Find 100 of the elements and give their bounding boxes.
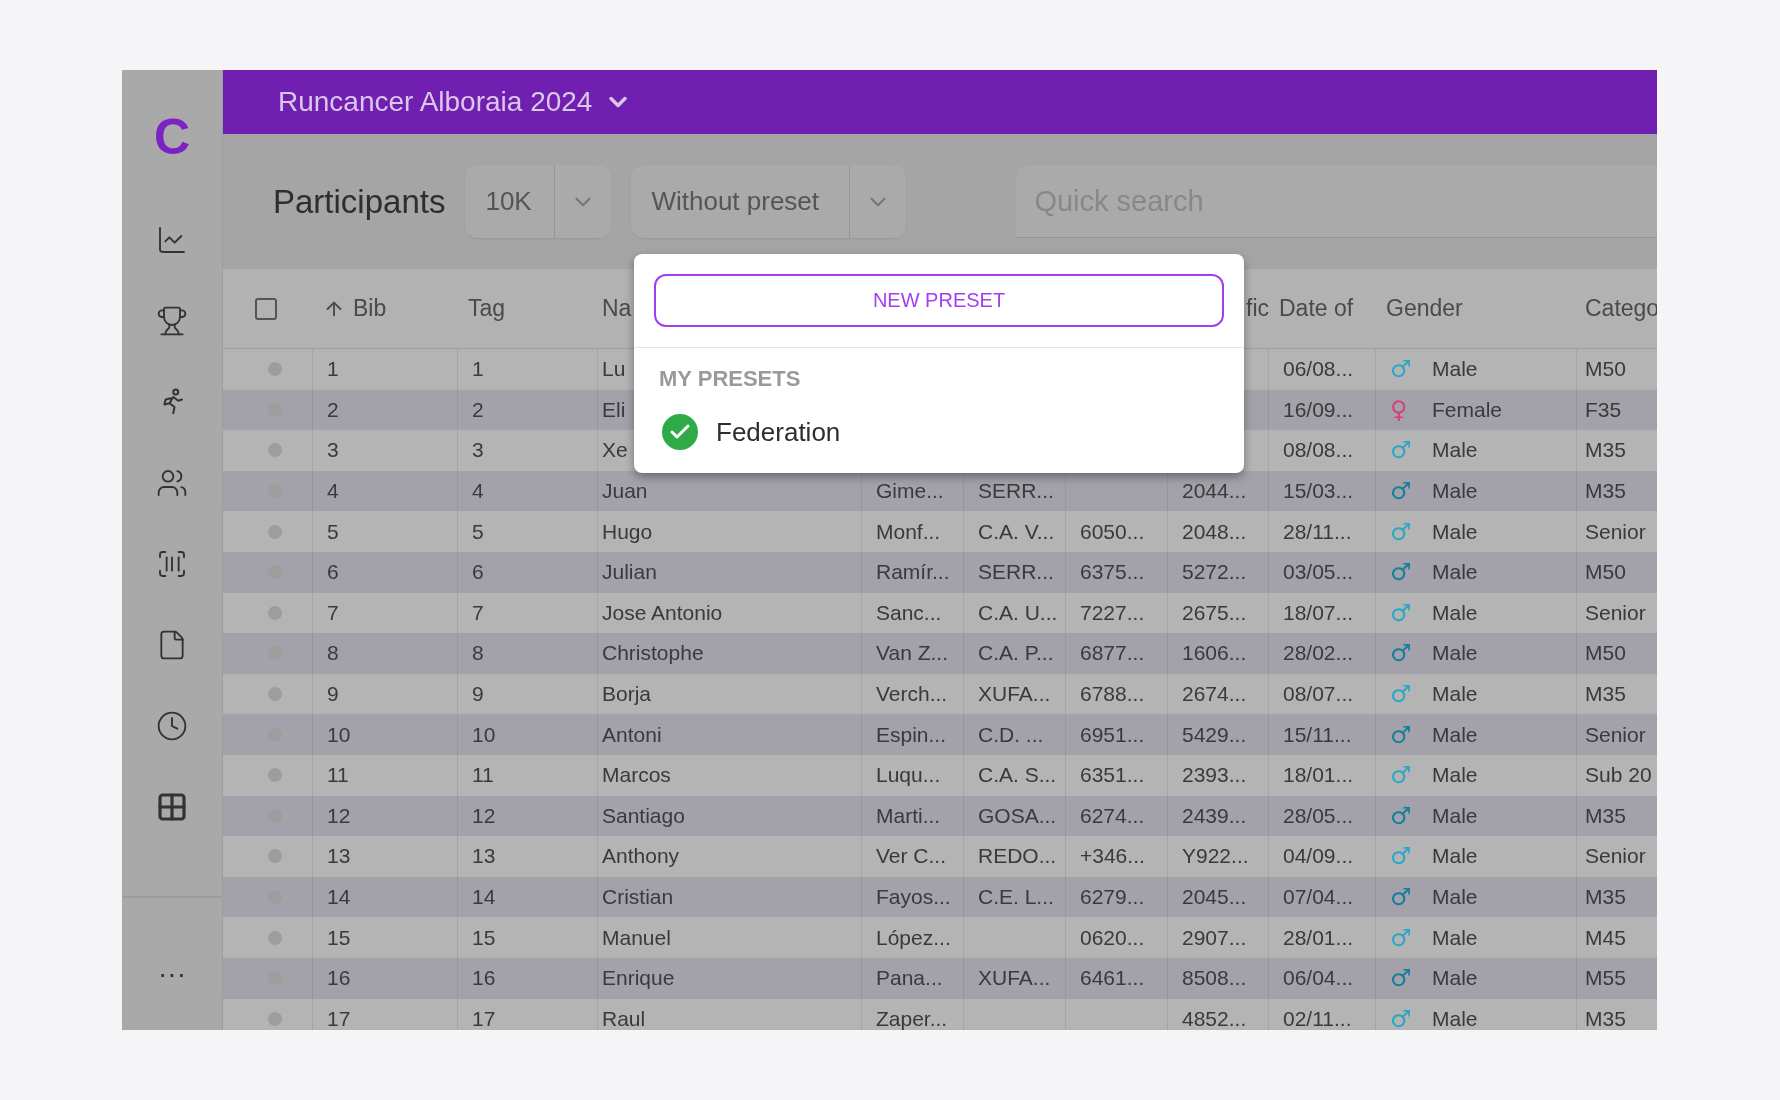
table-cell: Male: [1432, 763, 1478, 788]
table-cell: M50: [1585, 641, 1626, 666]
table-cell: M55: [1585, 966, 1626, 991]
table-cell: M50: [1585, 357, 1626, 382]
table-cell: Christophe: [602, 641, 704, 666]
table-cell: XUFA...: [978, 966, 1051, 991]
table-cell: 15/11...: [1283, 722, 1352, 747]
table-cell: Male: [1432, 600, 1478, 625]
table-cell: López...: [876, 925, 951, 950]
table-cell: Marti...: [876, 803, 941, 828]
table-cell: 7: [472, 600, 484, 625]
table-cell: Gime...: [876, 479, 944, 504]
table-cell: 28/02...: [1283, 641, 1354, 666]
table-cell: 04/09...: [1283, 844, 1354, 869]
table-cell: 2439...: [1182, 803, 1247, 828]
table-cell: 18/07...: [1283, 600, 1354, 625]
logo: C: [153, 112, 191, 162]
table-cell: 16/09...: [1283, 397, 1354, 422]
table-cell: 9: [472, 682, 484, 707]
table-cell: Enrique: [602, 966, 675, 991]
table-cell: 2044...: [1182, 479, 1247, 504]
table-cell: 1: [472, 357, 484, 382]
table-cell: C.A. U...: [978, 600, 1058, 625]
table-cell: M35: [1585, 479, 1626, 504]
table-cell: Male: [1432, 966, 1478, 991]
table-cell: Male: [1432, 682, 1478, 707]
table-cell: 02/11...: [1283, 1006, 1352, 1030]
table-cell: Senior: [1585, 722, 1646, 747]
gender-icon: ♂: [1390, 720, 1414, 749]
table-cell: SERR...: [978, 479, 1054, 504]
table-cell: 11: [472, 763, 494, 788]
table-cell: 28/11...: [1283, 519, 1352, 544]
table-cell: 6375...: [1080, 560, 1145, 585]
table-cell: Ramír...: [876, 560, 950, 585]
table-cell: Male: [1432, 925, 1478, 950]
table-cell: 18/01...: [1283, 763, 1354, 788]
table-cell: 2: [472, 397, 484, 422]
table-cell: M50: [1585, 560, 1626, 585]
table-cell: Verch...: [876, 682, 948, 707]
table-cell: 08/08...: [1283, 438, 1354, 463]
table-cell: 14: [472, 885, 496, 909]
table-cell: Fayos...: [876, 885, 951, 909]
table-cell: 6: [327, 560, 339, 585]
table-cell: 2907...: [1182, 925, 1247, 950]
gender-icon: ♂: [1390, 680, 1414, 709]
table-cell: 6274...: [1080, 803, 1145, 828]
table-cell: 3: [472, 438, 484, 463]
table-cell: Borja: [602, 682, 652, 707]
gender-icon: ♂: [1390, 923, 1414, 952]
table-cell: 07/04...: [1283, 885, 1354, 909]
table-cell: M35: [1585, 438, 1626, 463]
table-cell: Male: [1432, 438, 1478, 463]
table-cell: 3: [327, 438, 339, 463]
table-cell: Monf...: [876, 519, 941, 544]
table-cell: 15: [472, 925, 496, 950]
table-cell: 14: [327, 885, 351, 909]
table-cell: Manuel: [602, 925, 671, 950]
gender-icon: ♂: [1390, 883, 1414, 911]
table-cell: C.A. P...: [978, 641, 1054, 666]
table-cell: +346...: [1080, 844, 1145, 869]
table-cell: 5: [472, 519, 484, 544]
table-cell: Xe: [602, 438, 628, 463]
table-cell: 10: [327, 722, 351, 747]
table-cell: Male: [1432, 560, 1478, 585]
table-cell: 7227...: [1080, 600, 1145, 625]
table-cell: 03/05...: [1283, 560, 1354, 585]
gender-icon: ♂: [1390, 801, 1414, 830]
table-cell: 6050...: [1080, 519, 1145, 544]
table-cell: 5429...: [1182, 722, 1247, 747]
table-cell: Marcos: [602, 763, 671, 788]
table-cell: C.A. S...: [978, 763, 1057, 788]
table-cell: Ver C...: [876, 844, 947, 869]
table-cell: 06/08...: [1283, 357, 1354, 382]
gender-icon: ♂: [1390, 1004, 1414, 1030]
table-cell: 17: [472, 1006, 496, 1030]
table-cell: GOSA...: [978, 803, 1057, 828]
table-cell: 8: [327, 641, 339, 666]
table-cell: 11: [327, 763, 349, 788]
table-cell: 8508...: [1182, 966, 1247, 991]
table-cell: 17: [327, 1006, 351, 1030]
table-cell: 6: [472, 560, 484, 585]
gender-icon: ♀: [1390, 395, 1414, 424]
table-cell: Anthony: [602, 844, 680, 869]
table-cell: 2: [327, 397, 339, 422]
page-title: Participants: [273, 182, 446, 221]
table-cell: M35: [1585, 1006, 1626, 1030]
table-cell: 5272...: [1182, 560, 1247, 585]
table-cell: 5: [327, 519, 339, 544]
table-cell: C.D. ...: [978, 722, 1044, 747]
table-cell: Senior: [1585, 519, 1646, 544]
table-cell: 8: [472, 641, 484, 666]
table-cell: Male: [1432, 885, 1478, 909]
gender-icon: ♂: [1390, 761, 1414, 790]
table-cell: Van Z...: [876, 641, 948, 666]
gender-icon: ♂: [1390, 517, 1414, 546]
table-cell: Santiago: [602, 803, 685, 828]
table-cell: Senior: [1585, 600, 1646, 625]
table-cell: 28/05...: [1283, 803, 1354, 828]
table-cell: 12: [327, 803, 351, 828]
table-cell: Sanc...: [876, 600, 942, 625]
